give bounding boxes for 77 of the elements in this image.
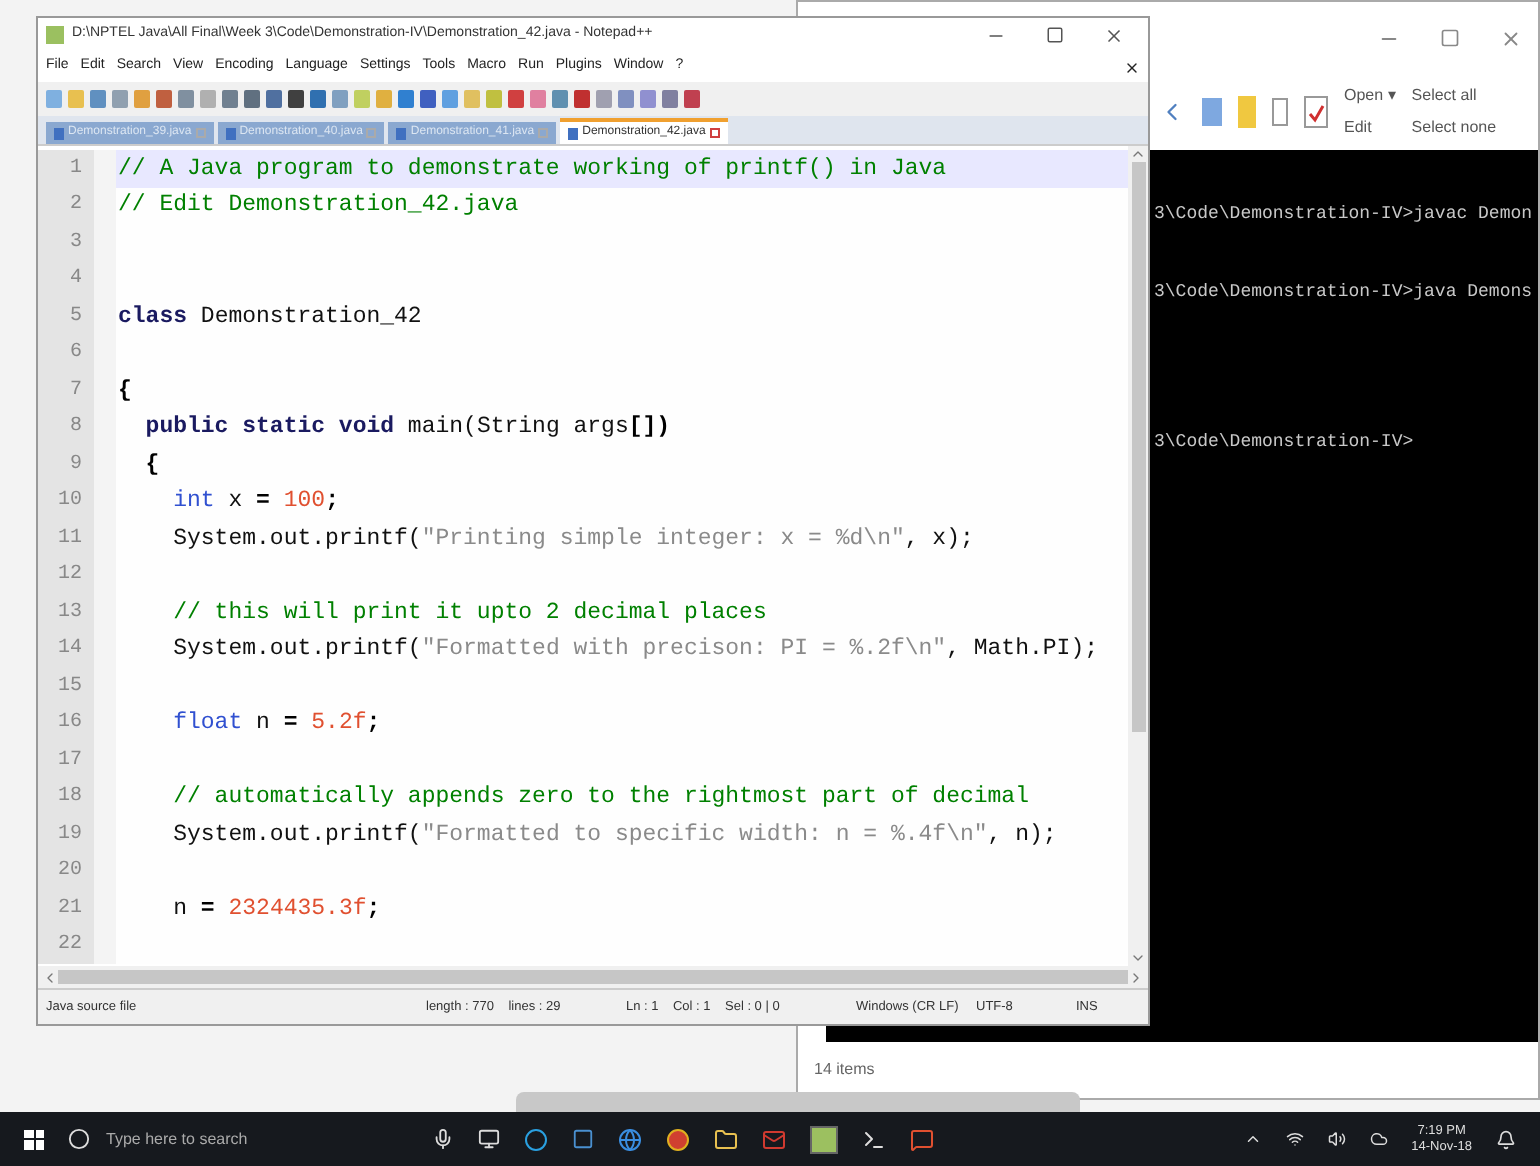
console-line: 3\Code\Demonstration-IV>java Demons bbox=[1154, 279, 1535, 305]
line-number: 13 bbox=[38, 594, 94, 631]
select-none-button[interactable]: Select none bbox=[1411, 116, 1497, 140]
line-number: 6 bbox=[38, 335, 94, 372]
line-number: 15 bbox=[38, 668, 94, 705]
save-state-icon bbox=[396, 127, 407, 139]
line-number: 7 bbox=[38, 372, 94, 409]
scroll-thumb[interactable] bbox=[1131, 162, 1145, 732]
line-number: 10 bbox=[38, 483, 94, 520]
save-state-icon bbox=[54, 127, 64, 139]
code-text: // automatically appends zero to the rightmost part of decimal bbox=[171, 782, 1029, 815]
console-line: 3\Code\Demonstration-IV>javac Demon bbox=[1154, 202, 1535, 228]
line-number: 2 bbox=[38, 187, 94, 224]
code-text: System.out.printf("Formatted to specific width: n = %.4f\n", n); bbox=[171, 819, 1057, 852]
taskbar-search-field[interactable]: Type here to search bbox=[106, 1127, 248, 1151]
line-number: 14 bbox=[38, 631, 94, 668]
volume-icon[interactable] bbox=[1327, 1130, 1346, 1148]
vertical-scrollbar[interactable] bbox=[1128, 146, 1148, 966]
save-state-icon bbox=[225, 127, 236, 139]
line-number: 21 bbox=[38, 890, 94, 927]
save-state-icon bbox=[568, 127, 579, 139]
page-icon[interactable] bbox=[1272, 98, 1288, 126]
item-count: 14 items bbox=[812, 1058, 877, 1082]
line-number: 5 bbox=[38, 298, 94, 335]
line-number: 3 bbox=[38, 224, 94, 261]
code-text: { bbox=[116, 375, 132, 408]
code-text: System.out.printf("Printing simple integer: x = %d\n", x); bbox=[171, 523, 974, 556]
tray-chevron-icon[interactable] bbox=[1243, 1130, 1262, 1148]
line-number: 20 bbox=[38, 853, 94, 890]
ring-icon[interactable] bbox=[524, 1127, 548, 1151]
code-text: // Edit Demonstration_42.java bbox=[116, 190, 519, 223]
close-icon[interactable] bbox=[1104, 25, 1124, 45]
terminal-icon[interactable] bbox=[862, 1127, 886, 1151]
horizontal-scroll-thumb[interactable] bbox=[58, 970, 1128, 984]
open-button[interactable]: Open ▾ bbox=[1344, 84, 1396, 108]
console-line: 3\Code\Demonstration-IV> bbox=[1154, 430, 1416, 456]
maximize-icon[interactable] bbox=[1046, 25, 1064, 43]
tab-close-icon[interactable] bbox=[709, 128, 720, 138]
select-all-button[interactable]: Select all bbox=[1411, 84, 1497, 108]
scroll-left-icon[interactable] bbox=[42, 969, 58, 985]
code-text: public static void main(String args[]) bbox=[143, 412, 671, 445]
cloud-icon[interactable] bbox=[1369, 1130, 1388, 1148]
scroll-right-icon[interactable] bbox=[1128, 969, 1144, 985]
app-icon bbox=[46, 26, 64, 44]
network-icon[interactable] bbox=[1285, 1130, 1304, 1148]
maximize-icon[interactable] bbox=[1440, 28, 1460, 48]
code-text: // A Java program to demonstrate working of printf() in Java bbox=[116, 153, 947, 186]
edit-button[interactable]: Edit bbox=[1344, 116, 1396, 140]
code-text: // this will print it upto 2 decimal places bbox=[171, 597, 767, 630]
line-number: 12 bbox=[38, 557, 94, 594]
close-document-icon[interactable] bbox=[1124, 59, 1140, 75]
properties-check-icon[interactable] bbox=[1304, 96, 1328, 128]
code-text: float n = 5.2f; bbox=[171, 708, 381, 741]
code-text: { bbox=[143, 449, 160, 482]
code-text: n = 2324435.3f; bbox=[171, 893, 381, 926]
scroll-down-icon[interactable] bbox=[1130, 950, 1146, 966]
chat-icon[interactable] bbox=[910, 1127, 934, 1151]
line-number: 19 bbox=[38, 816, 94, 853]
line-number: 11 bbox=[38, 520, 94, 557]
line-number: 4 bbox=[38, 261, 94, 298]
code-text: class Demonstration_42 bbox=[116, 301, 422, 334]
line-number: 9 bbox=[38, 446, 94, 483]
close-icon[interactable] bbox=[1500, 27, 1522, 49]
start-icon[interactable] bbox=[24, 1129, 44, 1149]
task-view-icon[interactable] bbox=[478, 1128, 500, 1150]
code-text: int x = 100; bbox=[171, 486, 339, 519]
scroll-up-icon[interactable] bbox=[1130, 146, 1146, 162]
search-icon[interactable] bbox=[68, 1128, 90, 1150]
line-number: 22 bbox=[38, 927, 94, 964]
line-number: 17 bbox=[38, 742, 94, 779]
notification-icon[interactable] bbox=[1496, 1129, 1516, 1149]
line-number: 18 bbox=[38, 779, 94, 816]
code-text: System.out.printf("Formatted with precison: PI = %.2f\n", Math.PI); bbox=[171, 634, 1098, 667]
microphone-icon[interactable] bbox=[432, 1128, 454, 1150]
line-number: 8 bbox=[38, 409, 94, 446]
line-number: 1 bbox=[38, 150, 94, 187]
line-number: 16 bbox=[38, 705, 94, 742]
